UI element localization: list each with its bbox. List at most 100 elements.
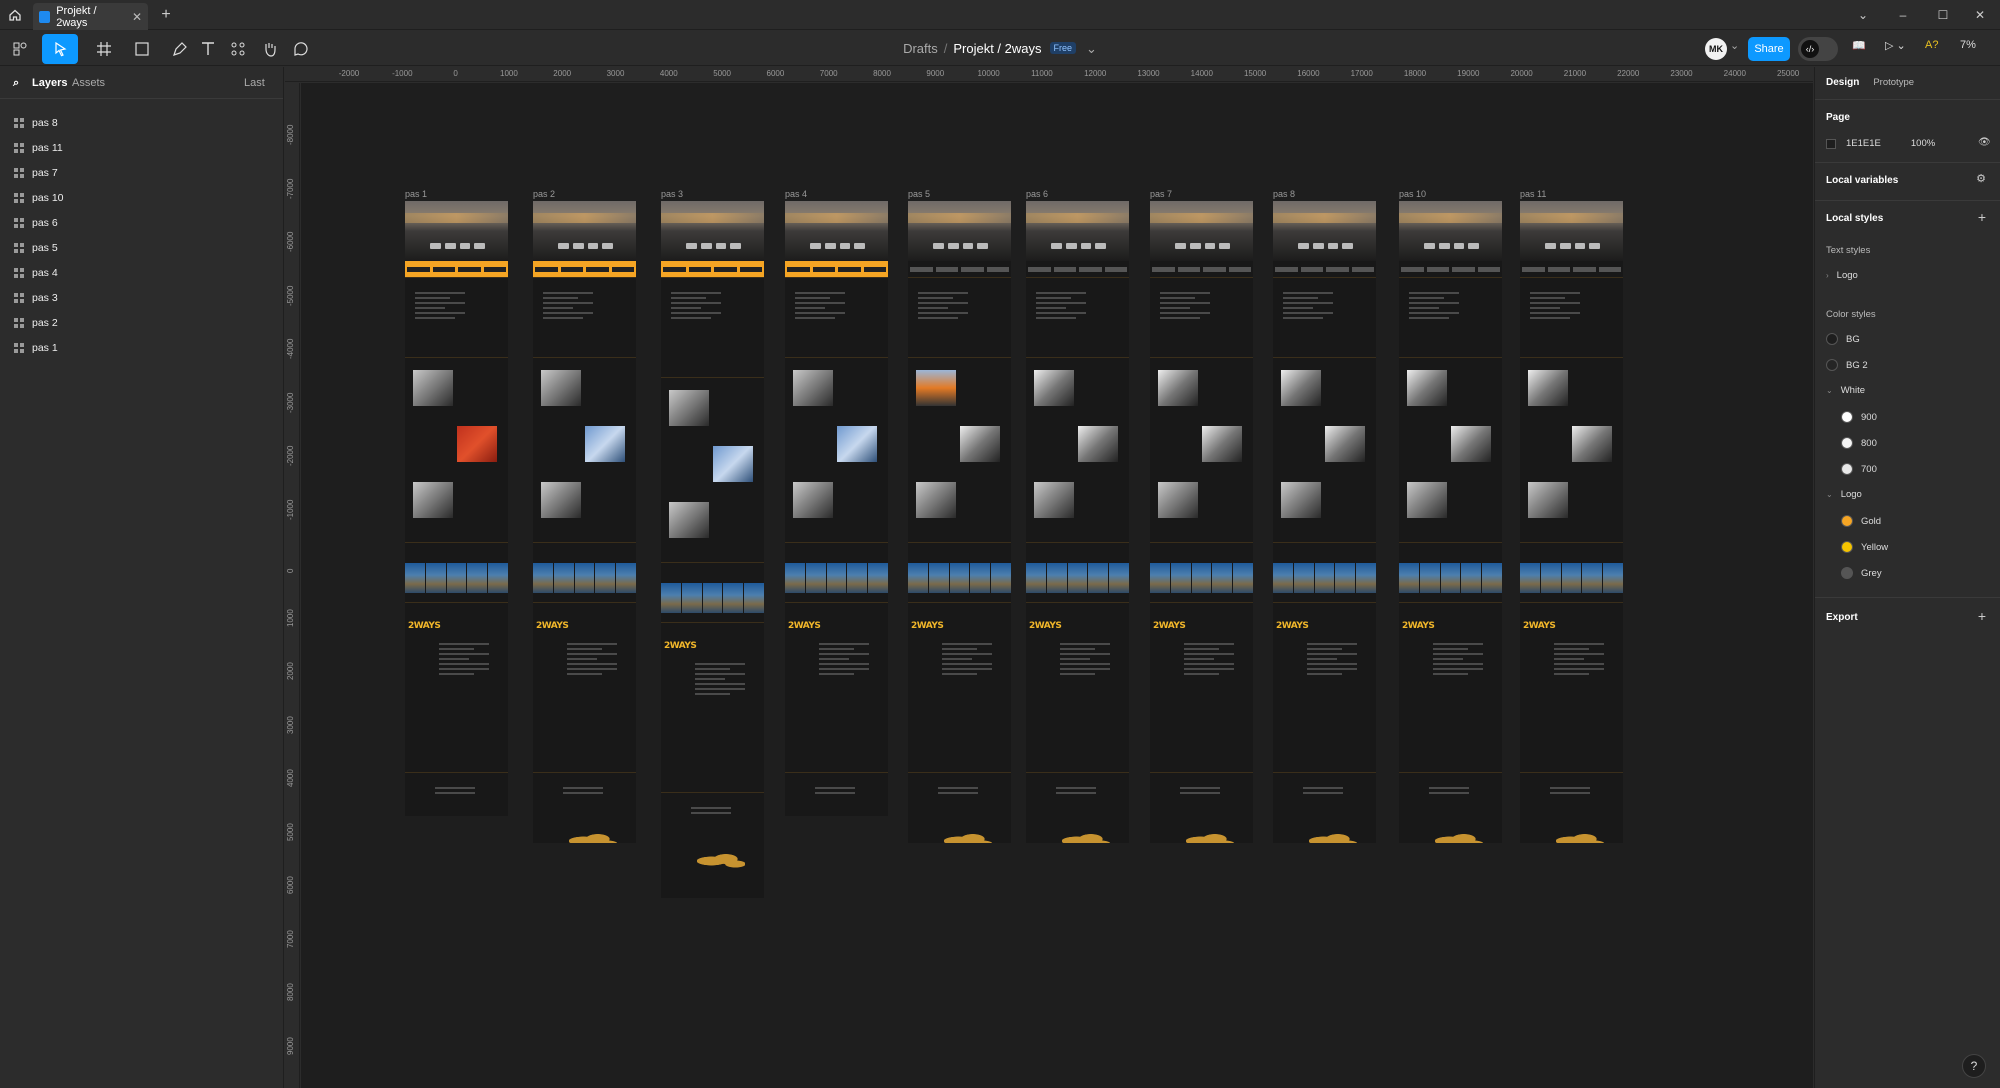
frame-tool-icon[interactable] [86, 34, 122, 64]
chevron-right-icon[interactable]: › [1826, 271, 1829, 280]
frame-label[interactable]: pas 4 [785, 189, 807, 199]
minimize-icon[interactable]: – [1883, 0, 1923, 30]
comment-tool-icon[interactable] [283, 34, 319, 64]
color-style-item[interactable]: BG 2 [1826, 359, 1868, 371]
breadcrumb-file[interactable]: Projekt / 2ways [953, 41, 1041, 56]
new-tab-button[interactable]: + [156, 5, 176, 25]
color-style-item[interactable]: 800 [1841, 437, 1877, 449]
color-style-item[interactable]: Yellow [1841, 541, 1888, 553]
page-opacity[interactable]: 100% [1911, 138, 1935, 149]
ruler-tick: 1000 [499, 69, 518, 78]
frame-label[interactable]: pas 5 [908, 189, 930, 199]
home-icon[interactable] [0, 0, 30, 30]
layer-item[interactable]: pas 10 [0, 186, 284, 210]
frame-label[interactable]: pas 3 [661, 189, 683, 199]
layer-item[interactable]: pas 8 [0, 111, 284, 135]
photo-section [1399, 357, 1502, 542]
text-style-logo[interactable]: Logo [1837, 270, 1858, 281]
search-icon[interactable]: ⌕ [13, 77, 19, 90]
frame-label[interactable]: pas 10 [1399, 189, 1426, 199]
chevron-down-icon[interactable]: ⌄ [1843, 0, 1883, 30]
zoom-level[interactable]: 7% [1960, 39, 1976, 51]
rectangle-tool-icon[interactable] [124, 34, 160, 64]
layer-item[interactable]: pas 1 [0, 336, 284, 360]
local-variables[interactable]: Local variables [1826, 175, 1898, 186]
color-style-label: 800 [1861, 437, 1877, 449]
layer-item[interactable]: pas 3 [0, 286, 284, 310]
layer-item[interactable]: pas 11 [0, 136, 284, 160]
layer-item[interactable]: pas 4 [0, 261, 284, 285]
color-style-item[interactable]: 900 [1841, 411, 1877, 423]
frame-label[interactable]: pas 6 [1026, 189, 1048, 199]
color-swatch [1841, 437, 1853, 449]
text-styles-heading: Text styles [1826, 245, 1871, 256]
color-group-white[interactable]: ⌄ White [1826, 385, 1865, 396]
ruler-tick: -5000 [286, 285, 295, 306]
banner-strip [908, 261, 1011, 277]
frame-label[interactable]: pas 8 [1273, 189, 1295, 199]
help-button[interactable]: ? [1962, 1054, 1986, 1078]
library-icon[interactable]: 📖 [1852, 39, 1866, 52]
banner-strip [1273, 261, 1376, 277]
footer-section [908, 772, 1011, 843]
logo-text: 2WAYS [1276, 621, 1309, 631]
tab-assets[interactable]: Assets [72, 77, 105, 89]
chevron-down-icon[interactable]: ⌄ [1086, 41, 1097, 56]
color-style-item[interactable]: BG [1826, 333, 1860, 345]
main-menu-icon[interactable] [6, 34, 34, 64]
ruler-tick: -2000 [286, 445, 295, 466]
banner-strip [405, 261, 508, 277]
close-tab-icon[interactable]: ✕ [132, 10, 142, 24]
canvas[interactable]: pas 1 2WAYS pas 2 2WAYS pas 3 2WAYS pas 4 2WAYS… [301, 83, 1813, 1088]
local-styles: Local styles [1826, 213, 1884, 224]
maximize-icon[interactable]: ☐ [1923, 0, 1963, 30]
dev-mode-toggle[interactable]: ‹/› [1798, 37, 1838, 61]
share-button[interactable]: Share [1748, 37, 1790, 61]
banner-strip [1399, 261, 1502, 277]
layer-item[interactable]: pas 7 [0, 161, 284, 185]
ruler-tick: 0 [453, 69, 458, 78]
file-tab[interactable]: Projekt / 2ways ✕ [33, 3, 148, 30]
frame-label[interactable]: pas 11 [1520, 189, 1546, 199]
color-style-item[interactable]: Gold [1841, 515, 1881, 527]
layer-item[interactable]: pas 6 [0, 211, 284, 235]
frame-label[interactable]: pas 2 [533, 189, 555, 199]
tab-design[interactable]: Design [1826, 77, 1859, 88]
color-style-item[interactable]: 700 [1841, 463, 1877, 475]
color-style-item[interactable]: Grey [1841, 567, 1882, 579]
eye-icon[interactable]: 👁 [1978, 137, 1991, 148]
breadcrumb-drafts[interactable]: Drafts [903, 41, 938, 56]
tab-layers[interactable]: Layers [32, 77, 67, 89]
frame-preview: 2WAYS [785, 201, 888, 816]
color-group-label: White [1840, 385, 1865, 396]
close-window-icon[interactable]: ✕ [1960, 0, 2000, 30]
photo-section [908, 357, 1011, 542]
add-style-icon[interactable]: + [1978, 209, 1986, 225]
layer-label: pas 5 [32, 242, 58, 254]
add-export-icon[interactable]: + [1978, 608, 1986, 624]
move-tool-icon[interactable] [42, 34, 78, 64]
export-heading[interactable]: Export [1826, 612, 1858, 623]
chevron-down-icon[interactable]: ⌄ [1730, 39, 1739, 52]
banner-strip [1026, 261, 1129, 277]
play-icon[interactable]: ▷ ⌄ [1885, 39, 1906, 52]
frame-label[interactable]: pas 1 [405, 189, 427, 199]
page-color-value[interactable]: 1E1E1E [1846, 138, 1881, 149]
banner-strip [1520, 261, 1623, 277]
photo-section [1520, 357, 1623, 542]
sort-dropdown[interactable]: Last [244, 77, 265, 89]
color-group-logo[interactable]: ⌄ Logo [1826, 489, 1862, 500]
avatar[interactable]: MK [1705, 38, 1727, 60]
a11y-label[interactable]: A? [1925, 39, 1938, 51]
variables-settings-icon[interactable]: ⚙ [1976, 172, 1986, 185]
page-color-swatch[interactable] [1826, 138, 1836, 149]
hero-image [533, 201, 636, 261]
tab-prototype[interactable]: Prototype [1873, 77, 1914, 88]
layer-item[interactable]: pas 5 [0, 236, 284, 260]
frame-label[interactable]: pas 7 [1150, 189, 1172, 199]
layer-item[interactable]: pas 2 [0, 311, 284, 335]
ruler-tick: -6000 [286, 231, 295, 252]
ruler-tick: -1000 [286, 499, 295, 520]
frame-preview: 2WAYS [1520, 201, 1623, 843]
components-icon[interactable] [220, 34, 256, 64]
